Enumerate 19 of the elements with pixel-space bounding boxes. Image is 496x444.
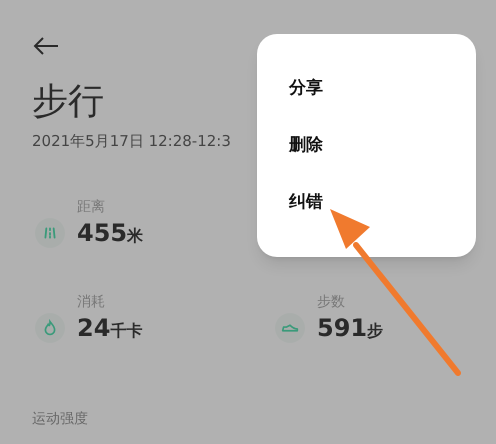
road-icon <box>35 218 65 248</box>
stat-value: 591 <box>317 312 368 342</box>
stat-label: 消耗 <box>77 292 106 312</box>
stat-unit: 米 <box>127 224 144 246</box>
stat-label: 距离 <box>77 198 106 216</box>
shoe-icon <box>275 312 305 342</box>
stat-value: 455 <box>77 218 128 248</box>
back-icon[interactable] <box>33 36 59 56</box>
stat-unit: 步 <box>367 320 384 342</box>
stat-label: 步数 <box>317 292 346 312</box>
menu-item[interactable]: 删除 <box>289 137 476 154</box>
menu-item[interactable]: 纠错 <box>289 194 476 211</box>
stat-value: 24 <box>77 312 110 342</box>
menu-item[interactable]: 分享 <box>289 80 476 97</box>
flame-icon <box>35 312 65 342</box>
date-range: 2021年5月17日 12:28-12:3 <box>32 131 231 152</box>
page-title: 步行 <box>32 84 104 120</box>
stat-unit: 千卡 <box>110 320 142 342</box>
section-label: 运动强度 <box>32 410 88 428</box>
